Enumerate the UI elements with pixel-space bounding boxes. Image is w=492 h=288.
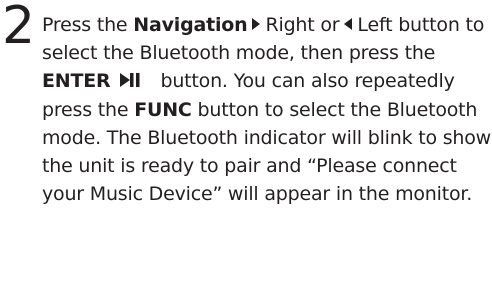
text-segment: Right or — [265, 14, 340, 36]
navigation-label: Navigation — [133, 14, 248, 36]
step-number: 2 — [2, 0, 36, 56]
func-label: FUNC — [134, 98, 192, 121]
step-instruction-text: Press the Navigation Right or Left button … — [42, 11, 492, 208]
enter-label: ENTER — [42, 70, 111, 93]
play-pause-icon — [120, 73, 140, 88]
text-segment: Press the — [42, 14, 134, 36]
triangle-right-icon — [252, 18, 261, 30]
instruction-step: 2 Press the Navigation Right or Left butto… — [0, 0, 492, 288]
triangle-left-icon — [344, 18, 353, 30]
